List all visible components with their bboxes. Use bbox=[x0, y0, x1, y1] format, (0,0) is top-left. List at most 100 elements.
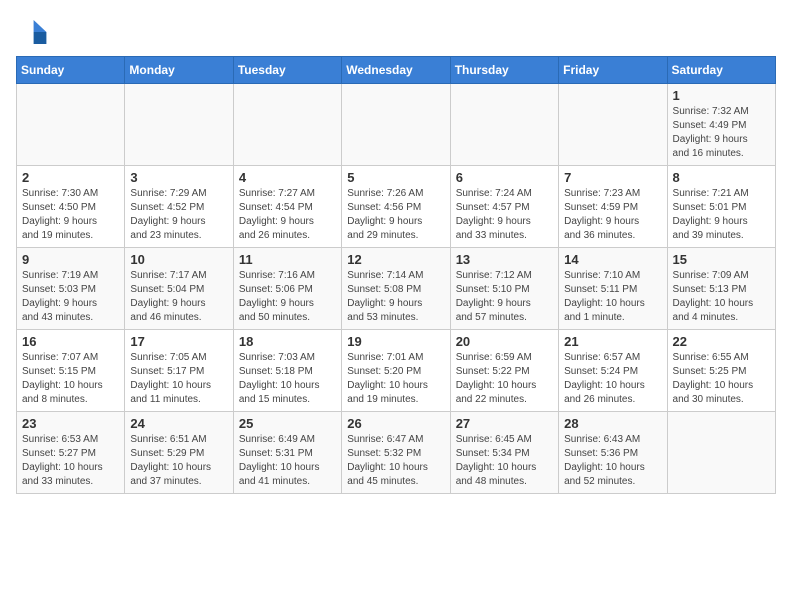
header bbox=[16, 16, 776, 48]
weekday-header: Wednesday bbox=[342, 57, 450, 84]
day-info: Sunrise: 7:10 AM Sunset: 5:11 PM Dayligh… bbox=[564, 269, 661, 325]
calendar-week-row: 23 Sunrise: 6:53 AM Sunset: 5:27 PM Dayli… bbox=[17, 412, 776, 494]
calendar-cell bbox=[450, 84, 558, 166]
day-number: 8 bbox=[673, 170, 770, 185]
day-number: 21 bbox=[564, 334, 661, 349]
calendar-cell bbox=[667, 412, 775, 494]
calendar-table: SundayMondayTuesdayWednesdayThursdayFrid… bbox=[16, 56, 776, 494]
calendar-cell: 22 Sunrise: 6:55 AM Sunset: 5:25 PM Dayli… bbox=[667, 330, 775, 412]
day-number: 27 bbox=[456, 416, 553, 431]
weekday-header: Sunday bbox=[17, 57, 125, 84]
day-number: 16 bbox=[22, 334, 119, 349]
day-number: 11 bbox=[239, 252, 336, 267]
day-info: Sunrise: 7:23 AM Sunset: 4:59 PM Dayligh… bbox=[564, 187, 661, 243]
day-number: 28 bbox=[564, 416, 661, 431]
day-info: Sunrise: 7:19 AM Sunset: 5:03 PM Dayligh… bbox=[22, 269, 119, 325]
day-info: Sunrise: 6:55 AM Sunset: 5:25 PM Dayligh… bbox=[673, 351, 770, 407]
day-info: Sunrise: 7:17 AM Sunset: 5:04 PM Dayligh… bbox=[130, 269, 227, 325]
day-number: 3 bbox=[130, 170, 227, 185]
day-number: 7 bbox=[564, 170, 661, 185]
calendar-cell: 6 Sunrise: 7:24 AM Sunset: 4:57 PM Daylig… bbox=[450, 166, 558, 248]
calendar-cell: 2 Sunrise: 7:30 AM Sunset: 4:50 PM Daylig… bbox=[17, 166, 125, 248]
calendar-cell: 15 Sunrise: 7:09 AM Sunset: 5:13 PM Dayli… bbox=[667, 248, 775, 330]
day-number: 12 bbox=[347, 252, 444, 267]
calendar-week-row: 9 Sunrise: 7:19 AM Sunset: 5:03 PM Daylig… bbox=[17, 248, 776, 330]
calendar-cell: 14 Sunrise: 7:10 AM Sunset: 5:11 PM Dayli… bbox=[559, 248, 667, 330]
calendar-cell bbox=[233, 84, 341, 166]
calendar-body: 1 Sunrise: 7:32 AM Sunset: 4:49 PM Daylig… bbox=[17, 84, 776, 494]
day-number: 20 bbox=[456, 334, 553, 349]
day-info: Sunrise: 7:12 AM Sunset: 5:10 PM Dayligh… bbox=[456, 269, 553, 325]
day-info: Sunrise: 7:05 AM Sunset: 5:17 PM Dayligh… bbox=[130, 351, 227, 407]
header-row: SundayMondayTuesdayWednesdayThursdayFrid… bbox=[17, 57, 776, 84]
day-info: Sunrise: 7:09 AM Sunset: 5:13 PM Dayligh… bbox=[673, 269, 770, 325]
calendar-cell: 21 Sunrise: 6:57 AM Sunset: 5:24 PM Dayli… bbox=[559, 330, 667, 412]
logo bbox=[16, 16, 52, 48]
logo-icon bbox=[16, 16, 48, 48]
weekday-header: Friday bbox=[559, 57, 667, 84]
day-number: 25 bbox=[239, 416, 336, 431]
day-info: Sunrise: 7:30 AM Sunset: 4:50 PM Dayligh… bbox=[22, 187, 119, 243]
calendar-cell: 10Sunrise: 7:17 AM Sunset: 5:04 PM Dayli… bbox=[125, 248, 233, 330]
day-number: 9 bbox=[22, 252, 119, 267]
day-info: Sunrise: 6:49 AM Sunset: 5:31 PM Dayligh… bbox=[239, 433, 336, 489]
calendar-cell: 26 Sunrise: 6:47 AM Sunset: 5:32 PM Dayli… bbox=[342, 412, 450, 494]
calendar-week-row: 1 Sunrise: 7:32 AM Sunset: 4:49 PM Daylig… bbox=[17, 84, 776, 166]
calendar-cell bbox=[342, 84, 450, 166]
day-info: Sunrise: 7:26 AM Sunset: 4:56 PM Dayligh… bbox=[347, 187, 444, 243]
day-number: 22 bbox=[673, 334, 770, 349]
day-number: 1 bbox=[673, 88, 770, 103]
calendar-cell: 3 Sunrise: 7:29 AM Sunset: 4:52 PM Daylig… bbox=[125, 166, 233, 248]
day-info: Sunrise: 6:45 AM Sunset: 5:34 PM Dayligh… bbox=[456, 433, 553, 489]
day-info: Sunrise: 7:14 AM Sunset: 5:08 PM Dayligh… bbox=[347, 269, 444, 325]
calendar-cell bbox=[17, 84, 125, 166]
calendar-week-row: 2 Sunrise: 7:30 AM Sunset: 4:50 PM Daylig… bbox=[17, 166, 776, 248]
day-info: Sunrise: 6:43 AM Sunset: 5:36 PM Dayligh… bbox=[564, 433, 661, 489]
day-info: Sunrise: 7:24 AM Sunset: 4:57 PM Dayligh… bbox=[456, 187, 553, 243]
day-number: 5 bbox=[347, 170, 444, 185]
day-info: Sunrise: 7:29 AM Sunset: 4:52 PM Dayligh… bbox=[130, 187, 227, 243]
day-info: Sunrise: 7:07 AM Sunset: 5:15 PM Dayligh… bbox=[22, 351, 119, 407]
calendar-cell: 8Sunrise: 7:21 AM Sunset: 5:01 PM Daylig… bbox=[667, 166, 775, 248]
calendar-cell: 11 Sunrise: 7:16 AM Sunset: 5:06 PM Dayli… bbox=[233, 248, 341, 330]
day-info: Sunrise: 6:47 AM Sunset: 5:32 PM Dayligh… bbox=[347, 433, 444, 489]
day-number: 24 bbox=[130, 416, 227, 431]
calendar-cell: 16 Sunrise: 7:07 AM Sunset: 5:15 PM Dayli… bbox=[17, 330, 125, 412]
day-info: Sunrise: 7:16 AM Sunset: 5:06 PM Dayligh… bbox=[239, 269, 336, 325]
calendar-cell: 7 Sunrise: 7:23 AM Sunset: 4:59 PM Daylig… bbox=[559, 166, 667, 248]
calendar-header: SundayMondayTuesdayWednesdayThursdayFrid… bbox=[17, 57, 776, 84]
day-info: Sunrise: 6:51 AM Sunset: 5:29 PM Dayligh… bbox=[130, 433, 227, 489]
weekday-header: Monday bbox=[125, 57, 233, 84]
calendar-cell: 27 Sunrise: 6:45 AM Sunset: 5:34 PM Dayli… bbox=[450, 412, 558, 494]
day-info: Sunrise: 6:57 AM Sunset: 5:24 PM Dayligh… bbox=[564, 351, 661, 407]
day-number: 18 bbox=[239, 334, 336, 349]
day-number: 19 bbox=[347, 334, 444, 349]
weekday-header: Thursday bbox=[450, 57, 558, 84]
day-info: Sunrise: 6:53 AM Sunset: 5:27 PM Dayligh… bbox=[22, 433, 119, 489]
calendar-cell: 19 Sunrise: 7:01 AM Sunset: 5:20 PM Dayli… bbox=[342, 330, 450, 412]
calendar-cell: 20 Sunrise: 6:59 AM Sunset: 5:22 PM Dayli… bbox=[450, 330, 558, 412]
day-number: 17 bbox=[130, 334, 227, 349]
weekday-header: Saturday bbox=[667, 57, 775, 84]
day-number: 6 bbox=[456, 170, 553, 185]
day-info: Sunrise: 7:32 AM Sunset: 4:49 PM Dayligh… bbox=[673, 105, 770, 161]
calendar-cell: 17 Sunrise: 7:05 AM Sunset: 5:17 PM Dayli… bbox=[125, 330, 233, 412]
day-number: 4 bbox=[239, 170, 336, 185]
calendar-cell: 4Sunrise: 7:27 AM Sunset: 4:54 PM Daylig… bbox=[233, 166, 341, 248]
day-number: 15 bbox=[673, 252, 770, 267]
calendar-cell: 18 Sunrise: 7:03 AM Sunset: 5:18 PM Dayli… bbox=[233, 330, 341, 412]
day-number: 23 bbox=[22, 416, 119, 431]
day-info: Sunrise: 6:59 AM Sunset: 5:22 PM Dayligh… bbox=[456, 351, 553, 407]
day-number: 2 bbox=[22, 170, 119, 185]
day-number: 14 bbox=[564, 252, 661, 267]
calendar-cell: 24 Sunrise: 6:51 AM Sunset: 5:29 PM Dayli… bbox=[125, 412, 233, 494]
day-info: Sunrise: 7:03 AM Sunset: 5:18 PM Dayligh… bbox=[239, 351, 336, 407]
calendar-cell: 1 Sunrise: 7:32 AM Sunset: 4:49 PM Daylig… bbox=[667, 84, 775, 166]
day-number: 26 bbox=[347, 416, 444, 431]
day-info: Sunrise: 7:01 AM Sunset: 5:20 PM Dayligh… bbox=[347, 351, 444, 407]
calendar-cell: 12 Sunrise: 7:14 AM Sunset: 5:08 PM Dayli… bbox=[342, 248, 450, 330]
day-number: 13 bbox=[456, 252, 553, 267]
calendar-cell: 13 Sunrise: 7:12 AM Sunset: 5:10 PM Dayli… bbox=[450, 248, 558, 330]
calendar-cell bbox=[125, 84, 233, 166]
calendar-cell: 28 Sunrise: 6:43 AM Sunset: 5:36 PM Dayli… bbox=[559, 412, 667, 494]
